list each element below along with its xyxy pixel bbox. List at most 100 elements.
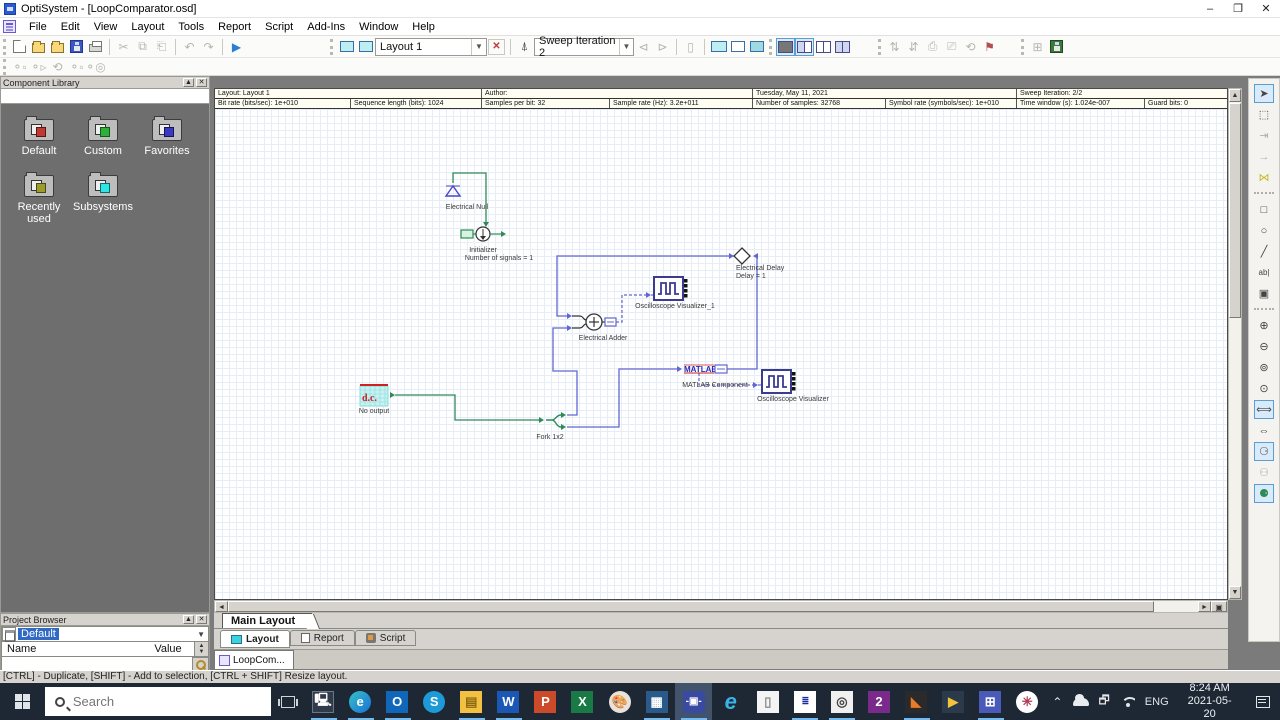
export-icon[interactable]: ⎙ [923, 38, 942, 56]
taskbar-optisystem-doc[interactable]: ≣ [786, 683, 823, 720]
menu-report[interactable]: Report [211, 19, 258, 35]
redo-icon[interactable]: ↷ [199, 38, 218, 56]
script-stop-icon[interactable]: ⚬◎ [85, 58, 106, 76]
show-labels-icon[interactable]: ⚇ [1254, 463, 1274, 482]
taskbar-optidesigner[interactable]: ⊞ [972, 683, 1009, 720]
show-parameters-icon[interactable] [728, 38, 747, 56]
column-value[interactable]: Value [154, 643, 181, 655]
delete-layout-icon[interactable]: ✕ [487, 38, 506, 56]
library-folder-custom[interactable]: Custom [71, 116, 135, 157]
panel-collapse-icon[interactable]: ▲ [183, 78, 194, 87]
taskbar-paint[interactable]: 🎨 [601, 683, 638, 720]
panel-close-icon[interactable]: ✕ [196, 78, 207, 87]
menu-file[interactable]: File [22, 19, 54, 35]
copy-icon[interactable]: ⧉ [133, 38, 152, 56]
zoom-page-icon[interactable]: ⊚ [1254, 358, 1274, 377]
taskbar-skype[interactable]: S [416, 683, 453, 720]
menu-tools[interactable]: Tools [171, 19, 211, 35]
chevron-down-icon[interactable]: ▼ [197, 630, 208, 639]
pause-icon[interactable]: ▯ [681, 38, 700, 56]
layout-select[interactable]: Layout 1 ▼ [375, 37, 487, 56]
menu-addins[interactable]: Add-Ins [300, 19, 352, 35]
minimize-button[interactable]: – [1196, 0, 1224, 17]
script-record-icon[interactable]: ⚬▫ [10, 58, 29, 76]
search-input[interactable] [72, 694, 233, 709]
open-sample-icon[interactable] [48, 38, 67, 56]
report-flag-icon[interactable]: ⚑ [980, 38, 999, 56]
show-ports-icon[interactable]: ⚆ [1254, 442, 1274, 461]
tab-report[interactable]: Report [289, 630, 355, 646]
taskbar-notepad[interactable]: ▯ [749, 683, 786, 720]
script-step-icon[interactable]: ⚬▫ [67, 58, 86, 76]
menu-view[interactable]: View [87, 19, 125, 35]
duplicate-layout-icon[interactable] [356, 38, 375, 56]
path-tool-icon[interactable]: → [1254, 147, 1274, 166]
clock[interactable]: 8:24 AM 2021-05-20 [1174, 682, 1245, 720]
component-electrical-null[interactable]: Electrical Null [444, 184, 489, 211]
taskbar-excel[interactable]: X [564, 683, 601, 720]
component-dc-source[interactable]: d.c. No output [359, 384, 389, 415]
hidden-icons-chevron[interactable]: ⌃ [1046, 683, 1069, 720]
taskbar-sticky-notes[interactable]: ▤ [453, 683, 490, 720]
taskbar-edge[interactable]: e [342, 683, 379, 720]
undo-icon[interactable]: ↶ [180, 38, 199, 56]
library-folder-subsystems[interactable]: Subsystems [71, 172, 135, 225]
paste-icon[interactable]: ⎗ [152, 38, 171, 56]
task-view-button[interactable] [271, 683, 304, 720]
auto-connect-icon[interactable]: ⋈ [1254, 168, 1274, 187]
taskbar-word[interactable]: W [490, 683, 527, 720]
print-icon[interactable] [86, 38, 105, 56]
open-icon[interactable] [29, 38, 48, 56]
panel-close-icon[interactable]: ✕ [196, 615, 207, 624]
panel-collapse-icon[interactable]: ▲ [183, 615, 194, 624]
wifi-icon[interactable] [1116, 683, 1139, 720]
onedrive-icon[interactable] [1069, 683, 1092, 720]
marquee-tool-icon[interactable]: ⬚ [1254, 105, 1274, 124]
calculate-play-icon[interactable]: ▶ [227, 38, 246, 56]
show-signal-icon[interactable]: ⚈ [1254, 484, 1274, 503]
refresh-icon[interactable]: ⟲ [961, 38, 980, 56]
add-layout-icon[interactable] [337, 38, 356, 56]
show-layout-icon[interactable] [709, 38, 728, 56]
taskbar-outlook[interactable]: O [379, 683, 416, 720]
action-center-button[interactable] [1245, 683, 1280, 720]
start-button[interactable] [0, 683, 45, 720]
language-indicator[interactable]: ENG [1139, 683, 1174, 720]
zoom-out-icon[interactable]: ⊖ [1254, 337, 1274, 356]
taskbar-optispice[interactable]: ◎ [823, 683, 860, 720]
scroll-left-icon[interactable]: ◄ [215, 601, 228, 612]
scroll-up-icon[interactable]: ▲ [1229, 89, 1241, 102]
taskbar-app-2[interactable]: 2 [860, 683, 897, 720]
tab-layout[interactable]: Layout [220, 630, 290, 648]
menu-help[interactable]: Help [405, 19, 442, 35]
component-fork-1x2[interactable]: Fork 1x2 [536, 412, 566, 441]
import-icon[interactable]: ⎚ [942, 38, 961, 56]
tab-script[interactable]: Script [354, 630, 417, 646]
chevron-down-icon[interactable]: ▼ [471, 38, 486, 55]
horizontal-scrollbar-thumb[interactable] [228, 601, 1154, 612]
library-folder-default[interactable]: Default [7, 116, 71, 157]
scroll-right-icon[interactable]: ► [1198, 601, 1211, 612]
fit-horizontal-icon[interactable]: ⟺ [1254, 400, 1274, 419]
rectangle-tool-icon[interactable]: □ [1254, 200, 1274, 219]
library-folder-recently-used[interactable]: Recently used [7, 172, 71, 225]
show-project-icon[interactable] [747, 38, 766, 56]
vertical-scrollbar[interactable]: ▲ ▼ [1228, 88, 1242, 600]
text-tool-icon[interactable]: ab| [1254, 263, 1274, 282]
menu-script[interactable]: Script [258, 19, 300, 35]
library-folder-favorites[interactable]: Favorites [135, 116, 199, 157]
teams-icon[interactable]: 🗗 [1092, 683, 1115, 720]
menu-edit[interactable]: Edit [54, 19, 87, 35]
vertical-scrollbar-thumb[interactable] [1229, 103, 1241, 318]
cut-icon[interactable]: ✂ [114, 38, 133, 56]
fit-vertical-icon[interactable]: ⇔ [1254, 421, 1274, 440]
taskbar-powerpoint[interactable]: P [527, 683, 564, 720]
document-icon[interactable] [3, 20, 16, 33]
prev-iteration-icon[interactable]: ⊲ [634, 38, 653, 56]
taskbar-optiplayer[interactable]: ▶ [935, 683, 972, 720]
selected-project-item[interactable]: Default [18, 628, 59, 640]
component-oscilloscope-visualizer-2[interactable]: Oscilloscope Visualizer [757, 369, 830, 403]
column-spinner[interactable]: ▲ ▼ [194, 642, 208, 656]
taskbar-internet-explorer[interactable]: e [712, 683, 749, 720]
select-tool-icon[interactable]: ➤ [1254, 84, 1274, 103]
